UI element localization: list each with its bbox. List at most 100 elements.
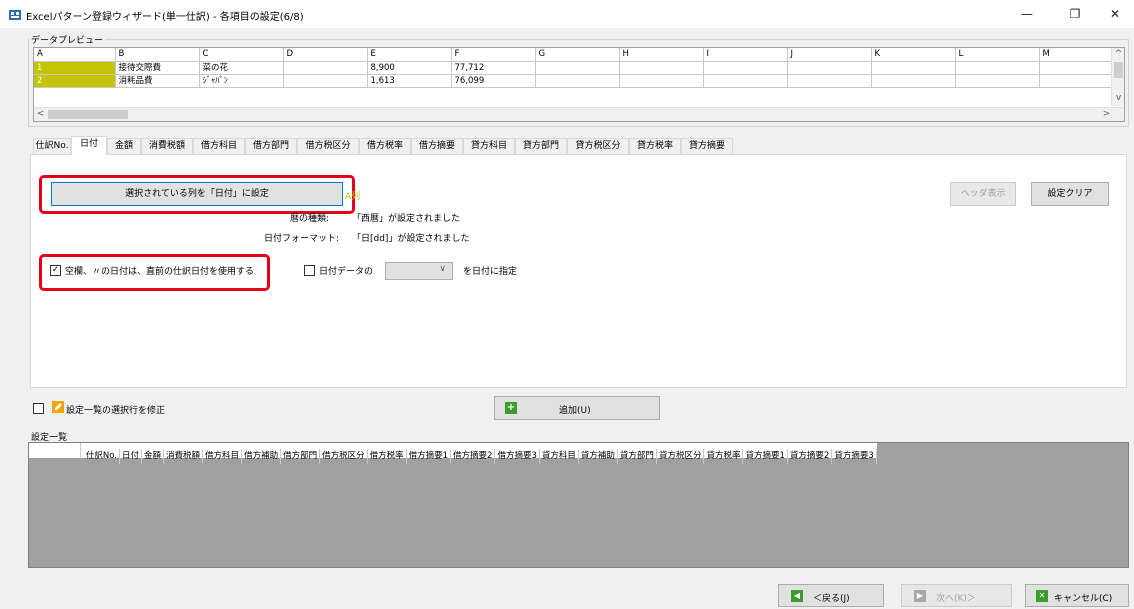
tab-debit-memo[interactable]: 借方摘要 xyxy=(411,138,463,154)
scroll-up-icon[interactable]: ^ xyxy=(1112,48,1124,60)
col-header[interactable]: I xyxy=(703,48,788,62)
list-col-header[interactable]: 貸方摘要3 xyxy=(832,449,877,464)
tab-credit-memo[interactable]: 貸方摘要 xyxy=(681,138,733,154)
modify-selected-row-label[interactable]: 設定一覧の選択行を修正 xyxy=(66,403,165,416)
scroll-left-icon[interactable]: < xyxy=(34,108,47,120)
cancel-button-label: キャンセル(C) xyxy=(1054,594,1113,604)
cell[interactable]: 2 xyxy=(34,74,116,88)
cell[interactable]: ｼﾞｬﾊﾟﾝ xyxy=(199,74,284,88)
list-col-header[interactable]: 借方税率 xyxy=(368,449,407,464)
tab-amount[interactable]: 金額 xyxy=(107,138,141,154)
list-col-header[interactable]: 借方部門 xyxy=(281,449,321,464)
tab-date[interactable]: 日付 xyxy=(71,136,107,155)
tab-debit-dept[interactable]: 借方部門 xyxy=(245,138,297,154)
list-col-header[interactable]: 貸方摘要1 xyxy=(743,449,788,464)
cancel-button[interactable]: ✕ キャンセル(C) xyxy=(1025,584,1129,607)
cell[interactable]: 8,900 xyxy=(367,61,452,75)
list-col-header[interactable]: 借方補助 xyxy=(242,449,282,464)
cell[interactable] xyxy=(871,61,956,75)
cell[interactable] xyxy=(619,61,704,75)
tab-credit-tax-class[interactable]: 貸方税区分 xyxy=(567,138,629,154)
vertical-scrollbar[interactable]: ^ v xyxy=(1111,48,1124,106)
col-header[interactable]: L xyxy=(955,48,1040,62)
col-header[interactable]: J xyxy=(787,48,872,62)
cell[interactable] xyxy=(871,74,956,88)
list-col-header[interactable]: 借方摘要2 xyxy=(451,449,496,464)
list-col-header[interactable]: 日付 xyxy=(120,449,143,464)
cell[interactable] xyxy=(703,61,788,75)
close-button[interactable]: ✕ xyxy=(1100,4,1130,24)
settings-list[interactable]: 仕訳No. 日付 金額 消費税額 借方科目 借方補助 借方部門 借方税区分 借方税率 借方摘要1 借… xyxy=(28,442,1129,568)
tab-credit-dept[interactable]: 貸方部門 xyxy=(515,138,567,154)
list-col-header[interactable]: 借方摘要3 xyxy=(495,449,540,464)
date-data-checkbox-label[interactable]: 日付データの xyxy=(319,264,373,277)
col-header[interactable]: H xyxy=(619,48,704,62)
cell[interactable] xyxy=(535,74,620,88)
list-col-header[interactable]: 貸方摘要2 xyxy=(788,449,833,464)
cell[interactable]: 77,712 xyxy=(451,61,536,75)
horizontal-scrollbar[interactable]: < > xyxy=(34,107,1124,121)
header-display-button[interactable]: ヘッダ表示 xyxy=(950,182,1016,206)
col-header[interactable]: B xyxy=(115,48,200,62)
date-data-combo[interactable]: ∨ xyxy=(385,262,453,280)
cell[interactable] xyxy=(955,61,1040,75)
col-header[interactable]: F xyxy=(451,48,536,62)
list-col-header[interactable]: 消費税額 xyxy=(164,449,204,464)
list-col-header[interactable]: 貸方部門 xyxy=(618,449,657,464)
cell[interactable] xyxy=(787,61,872,75)
date-data-checkbox[interactable] xyxy=(304,265,315,276)
maximize-button[interactable]: ❐ xyxy=(1060,4,1090,24)
list-col-header[interactable]: 仕訳No. xyxy=(84,449,120,464)
col-header[interactable]: G xyxy=(535,48,620,62)
list-col-header[interactable]: 貸方税区分 xyxy=(657,449,705,464)
tab-debit-account[interactable]: 借方科目 xyxy=(193,138,245,154)
cell[interactable] xyxy=(283,61,368,75)
tab-debit-tax-class[interactable]: 借方税区分 xyxy=(297,138,359,154)
next-button[interactable]: ▶ 次へ(K)＞ xyxy=(901,584,1012,607)
cell[interactable] xyxy=(535,61,620,75)
tab-tax-amount[interactable]: 消費税額 xyxy=(141,138,193,154)
list-col-header[interactable]: 金額 xyxy=(142,449,165,464)
tab-debit-tax-rate[interactable]: 借方税率 xyxy=(359,138,411,154)
add-button[interactable]: + 追加(U) xyxy=(494,396,660,420)
settings-list-header: 仕訳No. 日付 金額 消費税額 借方科目 借方補助 借方部門 借方税区分 借方税率 借方摘要1 借… xyxy=(29,443,877,464)
cell[interactable]: 消耗品費 xyxy=(115,74,200,88)
list-col-header[interactable]: 借方科目 xyxy=(203,449,243,464)
list-col-header[interactable]: 借方税区分 xyxy=(320,449,368,464)
clear-settings-button[interactable]: 設定クリア xyxy=(1031,182,1109,206)
col-header[interactable]: M xyxy=(1039,48,1117,62)
cell[interactable] xyxy=(1039,74,1117,88)
cell[interactable]: 接待交際費 xyxy=(115,61,200,75)
cell[interactable] xyxy=(283,74,368,88)
cell[interactable]: 1,613 xyxy=(367,74,452,88)
list-col-header[interactable]: 貸方科目 xyxy=(540,449,579,464)
cell[interactable] xyxy=(787,74,872,88)
tab-credit-tax-rate[interactable]: 貸方税率 xyxy=(629,138,681,154)
scroll-right-icon[interactable]: > xyxy=(1100,108,1113,120)
horizontal-scroll-thumb[interactable] xyxy=(48,110,128,119)
cell[interactable]: 菜の花 xyxy=(199,61,284,75)
back-button[interactable]: ◀ ＜戻る(J) xyxy=(778,584,884,607)
col-header[interactable]: A xyxy=(34,48,116,62)
cell[interactable]: 76,099 xyxy=(451,74,536,88)
col-header[interactable]: E xyxy=(367,48,452,62)
col-header[interactable]: C xyxy=(199,48,284,62)
list-col-header[interactable]: 貸方税率 xyxy=(704,449,744,464)
list-col-header[interactable]: 借方摘要1 xyxy=(407,449,452,464)
data-preview-grid[interactable]: A B C D E F G H I J K L M 1 接待交際費 菜の花 8,… xyxy=(33,47,1125,122)
preview-header-row: A B C D E F G H I J K L M xyxy=(34,48,1117,62)
cell[interactable]: 1 xyxy=(34,61,116,75)
cell[interactable] xyxy=(619,74,704,88)
col-header[interactable]: D xyxy=(283,48,368,62)
minimize-button[interactable]: — xyxy=(1012,4,1042,24)
cell[interactable] xyxy=(703,74,788,88)
tab-shiwake-no[interactable]: 仕訳No. xyxy=(33,138,71,154)
modify-selected-row-checkbox[interactable] xyxy=(33,403,44,414)
list-col-header[interactable]: 貸方補助 xyxy=(579,449,618,464)
scroll-down-icon[interactable]: v xyxy=(1112,92,1124,104)
col-header[interactable]: K xyxy=(871,48,956,62)
vertical-scroll-thumb[interactable] xyxy=(1114,62,1123,78)
tab-credit-account[interactable]: 貸方科目 xyxy=(463,138,515,154)
cell[interactable] xyxy=(1039,61,1117,75)
cell[interactable] xyxy=(955,74,1040,88)
